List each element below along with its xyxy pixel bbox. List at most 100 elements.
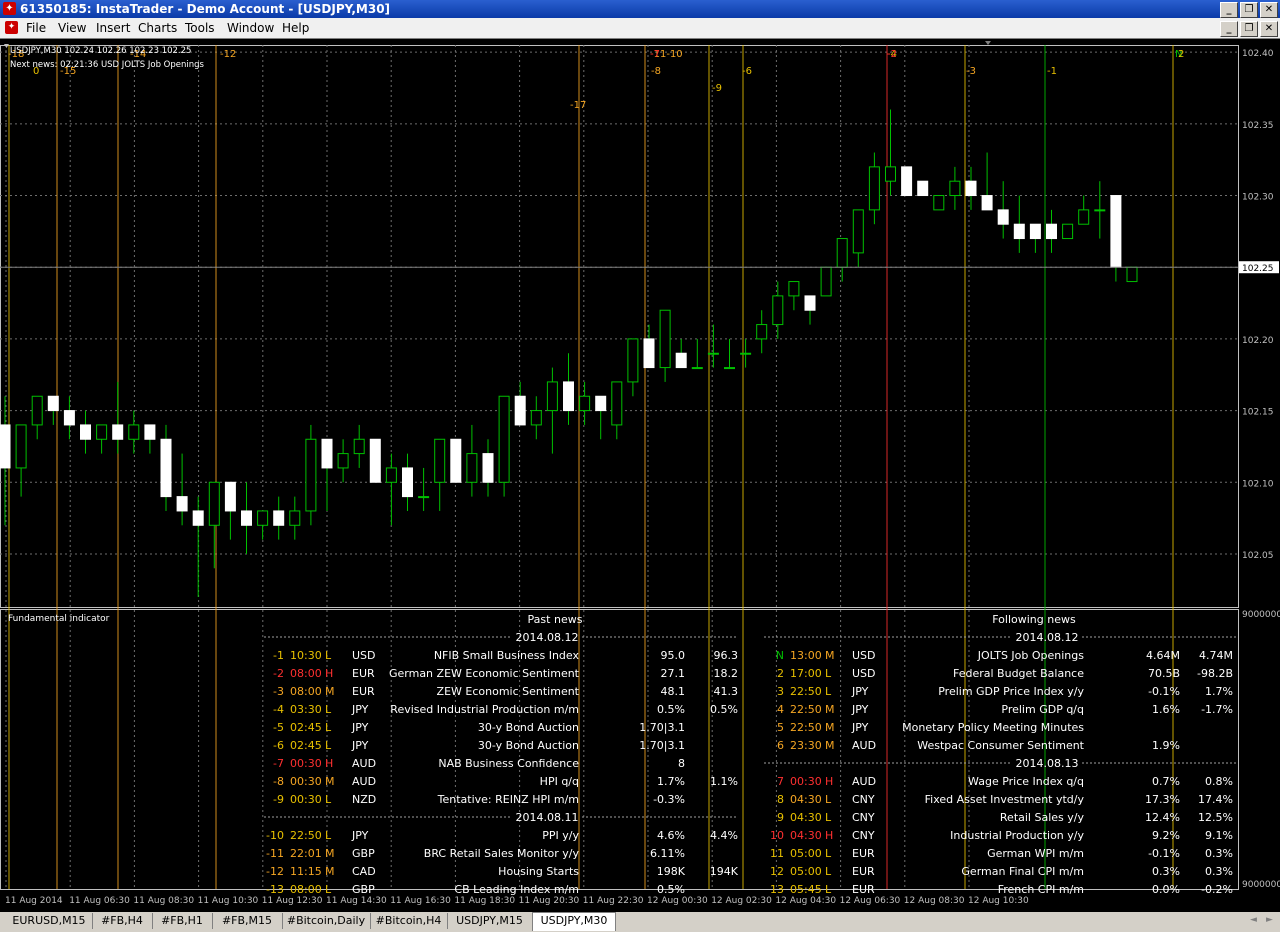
news-number[interactable]: 5 — [777, 721, 784, 734]
price-chart[interactable]: 102.40 102.35 102.30 102.25 102.20 102.15 102.… — [0, 39, 1280, 913]
news-number[interactable]: -11 — [266, 847, 284, 860]
news-event-name[interactable]: French CPI m/m — [998, 883, 1084, 896]
chart-tab[interactable]: #Bitcoin,Daily — [282, 913, 371, 929]
news-number[interactable]: -5 — [273, 721, 284, 734]
news-number[interactable]: 7 — [777, 775, 784, 788]
news-mark-label[interactable]: -6 — [742, 66, 752, 77]
news-number[interactable]: 9 — [777, 811, 784, 824]
news-event-name[interactable]: Revised Industrial Production m/m — [390, 703, 579, 716]
chart-shift-icon[interactable] — [985, 41, 991, 45]
news-event-name[interactable]: 30-y Bond Auction — [478, 721, 579, 734]
past-news-title: Past news — [528, 613, 583, 626]
instatrader-icon[interactable]: ✦ — [3, 2, 16, 15]
news-event-name[interactable]: Federal Budget Balance — [953, 667, 1084, 680]
news-event-name[interactable]: Housing Starts — [498, 865, 579, 878]
scroll-left-icon[interactable]: ◄ — [1250, 915, 1257, 925]
chart-tab[interactable]: #FB,H4 — [92, 913, 153, 929]
news-value-a: 27.1 — [661, 667, 686, 680]
news-importance: M — [325, 865, 335, 878]
candle-body — [901, 166, 913, 197]
news-mark-label[interactable]: 2 — [1178, 49, 1184, 60]
menu-help[interactable]: Help — [282, 21, 309, 35]
news-event-name[interactable]: 30-y Bond Auction — [478, 739, 579, 752]
menu-charts[interactable]: Charts — [138, 21, 177, 35]
news-mark-label[interactable]: -7 — [650, 49, 660, 60]
scroll-right-icon[interactable]: ► — [1266, 915, 1273, 925]
news-number[interactable]: N — [776, 649, 784, 662]
news-mark-label[interactable]: -12 — [220, 49, 236, 60]
menu-insert[interactable]: Insert — [96, 21, 130, 35]
candle-body — [788, 281, 800, 297]
news-number[interactable]: 2 — [777, 667, 784, 680]
news-event-name[interactable]: Monetary Policy Meeting Minutes — [902, 721, 1084, 734]
news-number[interactable]: 13 — [770, 883, 784, 896]
chart-tab[interactable]: #FB,M15 — [212, 913, 283, 929]
menu-tools[interactable]: Tools — [185, 21, 215, 35]
news-mark-label[interactable]: -8 — [651, 66, 661, 77]
restore-icon[interactable]: ❐ — [1240, 21, 1258, 37]
chart-tab[interactable]: USDJPY,M30 — [532, 912, 616, 931]
restore-icon[interactable]: ❐ — [1240, 2, 1258, 18]
news-mark-label[interactable]: -2 — [887, 49, 897, 60]
news-event-name[interactable]: CB Leading Index m/m — [454, 883, 579, 896]
news-event-name[interactable]: Westpac Consumer Sentiment — [917, 739, 1084, 752]
news-number[interactable]: -6 — [273, 739, 284, 752]
news-event-name[interactable]: German WPI m/m — [987, 847, 1084, 860]
news-number[interactable]: 3 — [777, 685, 784, 698]
news-number[interactable]: -3 — [273, 685, 284, 698]
news-event-name[interactable]: JOLTS Job Openings — [977, 649, 1085, 662]
news-event-name[interactable]: Prelim GDP q/q — [1001, 703, 1084, 716]
news-event-name[interactable]: Tentative: REINZ HPI m/m — [437, 793, 579, 806]
news-number[interactable]: -9 — [273, 793, 284, 806]
news-event-name[interactable]: ZEW Economic Sentiment — [437, 685, 580, 698]
minimize-icon[interactable]: _ — [1220, 21, 1238, 37]
news-number[interactable]: 8 — [777, 793, 784, 806]
news-number[interactable]: 10 — [770, 829, 784, 842]
candle-body — [563, 381, 574, 412]
close-icon[interactable]: ✕ — [1260, 2, 1278, 18]
candle-body — [949, 180, 961, 197]
news-event-name[interactable]: PPI y/y — [542, 829, 579, 842]
chart-tab[interactable]: #FB,H1 — [152, 913, 213, 929]
news-mark-label[interactable]: -3 — [966, 66, 976, 77]
news-event-name[interactable]: Fixed Asset Investment ytd/y — [925, 793, 1085, 806]
news-mark-label[interactable]: -17 — [570, 100, 586, 111]
minimize-icon[interactable]: _ — [1220, 2, 1238, 18]
menu-window[interactable]: Window — [227, 21, 274, 35]
chart-tab[interactable]: EURUSD,M15 — [6, 913, 93, 929]
chart-tab[interactable]: USDJPY,M15 — [447, 913, 533, 929]
menu-file[interactable]: File — [26, 21, 46, 35]
news-event-name[interactable]: NFIB Small Business Index — [434, 649, 580, 662]
news-number[interactable]: -7 — [273, 757, 284, 770]
menu-view[interactable]: View — [58, 21, 86, 35]
news-event-name[interactable]: Prelim GDP Price Index y/y — [938, 685, 1084, 698]
news-event-name[interactable]: HPI q/q — [540, 775, 579, 788]
news-mark-label[interactable]: -9 — [712, 83, 722, 94]
news-number[interactable]: -1 — [273, 649, 284, 662]
close-icon[interactable]: ✕ — [1260, 21, 1278, 37]
news-event-name[interactable]: Industrial Production y/y — [950, 829, 1084, 842]
news-mark-label[interactable]: -1 — [1047, 66, 1057, 77]
news-event-name[interactable]: German ZEW Economic Sentiment — [389, 667, 580, 680]
chart-window[interactable]: 102.40 102.35 102.30 102.25 102.20 102.15 102.… — [0, 38, 1280, 913]
news-number[interactable]: -12 — [266, 865, 284, 878]
news-number[interactable]: -4 — [273, 703, 284, 716]
news-number[interactable]: -13 — [266, 883, 284, 896]
news-number[interactable]: 4 — [777, 703, 784, 716]
news-number[interactable]: 6 — [777, 739, 784, 752]
news-number[interactable]: -10 — [266, 829, 284, 842]
news-number[interactable]: -2 — [273, 667, 284, 680]
news-number[interactable]: 12 — [770, 865, 784, 878]
window-controls: _ ❐ ✕ — [1218, 1, 1278, 18]
chart-tab[interactable]: #Bitcoin,H4 — [370, 913, 448, 929]
news-number[interactable]: 11 — [770, 847, 784, 860]
news-event-name[interactable]: NAB Business Confidence — [438, 757, 579, 770]
news-event-name[interactable]: BRC Retail Sales Monitor y/y — [424, 847, 580, 860]
news-value-a: -0.1% — [1148, 847, 1180, 860]
news-number[interactable]: -8 — [273, 775, 284, 788]
chart-window-icon[interactable]: ✦ — [5, 21, 18, 34]
news-event-name[interactable]: German Final CPI m/m — [961, 865, 1084, 878]
news-event-name[interactable]: Wage Price Index q/q — [968, 775, 1084, 788]
news-event-name[interactable]: Retail Sales y/y — [1000, 811, 1085, 824]
news-time: 08:00 — [290, 883, 322, 896]
